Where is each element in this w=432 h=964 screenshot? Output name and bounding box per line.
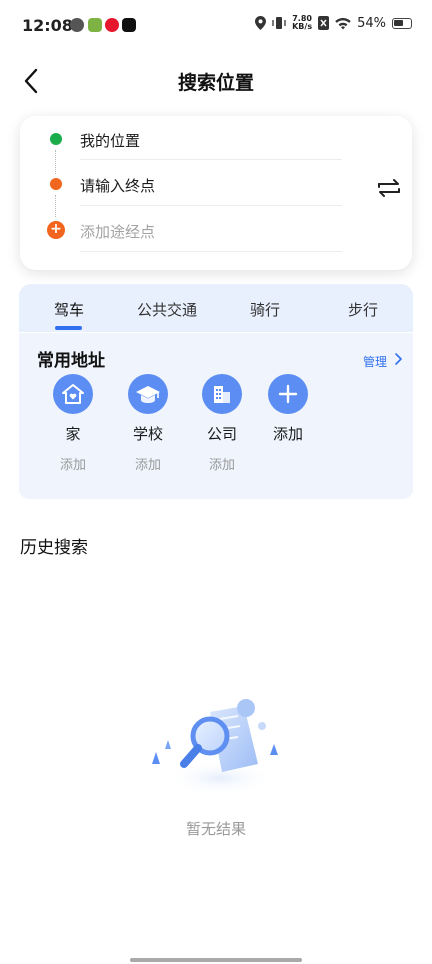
status-indicators: 7.80 KB/s 54% (255, 15, 412, 31)
address-add-home[interactable]: 添加 (43, 454, 103, 473)
route-connector (55, 150, 56, 174)
divider (80, 159, 342, 160)
address-add-company[interactable]: 添加 (192, 454, 252, 473)
battery-icon (392, 17, 412, 29)
home-indicator[interactable] (130, 958, 302, 962)
app-notification-icon (88, 18, 102, 32)
tab-cycling[interactable]: 骑行 (225, 299, 305, 320)
location-icon (255, 16, 267, 30)
status-bar: 12:08 7.80 KB/s 54% (0, 0, 432, 50)
divider (80, 251, 342, 252)
battery-percent: 54% (357, 15, 386, 31)
swap-route-icon[interactable] (375, 174, 403, 202)
tiktok-icon (122, 18, 136, 32)
home-address-button[interactable] (53, 374, 93, 414)
route-card (20, 116, 412, 270)
start-location[interactable]: 我的位置 (80, 130, 140, 151)
chevron-right-icon[interactable] (393, 352, 403, 366)
school-icon (136, 386, 160, 403)
network-speed-unit: KB/s (292, 22, 313, 31)
divider (80, 205, 342, 206)
empty-search-illustration (152, 699, 278, 796)
address-name-school: 学校 (132, 425, 163, 443)
route-connector (55, 195, 56, 217)
sim-off-icon (318, 16, 330, 30)
common-addresses-title: 常用地址 (37, 351, 105, 371)
add-waypoint-icon[interactable]: + (47, 221, 65, 239)
page-title: 搜索位置 (177, 72, 254, 94)
tab-public-transit[interactable]: 公共交通 (127, 299, 207, 320)
address-name-home: 家 (65, 425, 81, 443)
address-add-school[interactable]: 添加 (118, 454, 178, 473)
add-address-button[interactable] (268, 374, 308, 414)
tab-drive[interactable]: 驾车 (29, 299, 109, 320)
check-circle-icon (70, 18, 84, 32)
end-dot (50, 178, 62, 190)
tab-walking[interactable]: 步行 (323, 299, 403, 320)
manage-button[interactable]: 管理 (363, 353, 387, 370)
plus-icon (278, 384, 298, 404)
wifi-icon (335, 17, 351, 29)
network-speed: 7.80 KB/s (292, 15, 312, 31)
company-address-button[interactable] (202, 374, 242, 414)
school-address-button[interactable] (128, 374, 168, 414)
home-icon (62, 384, 84, 404)
waypoint-input[interactable]: 添加途经点 (80, 221, 155, 242)
weibo-icon (105, 18, 119, 32)
destination-input[interactable]: 请输入终点 (80, 175, 155, 196)
vibrate-icon (272, 17, 286, 29)
status-time: 12:08 (22, 16, 73, 35)
start-dot (50, 133, 62, 145)
empty-results-text: 暂无结果 (185, 820, 246, 838)
history-title: 历史搜索 (20, 538, 88, 558)
building-icon (214, 386, 230, 403)
address-name-company: 公司 (206, 425, 237, 443)
active-tab-indicator (55, 326, 82, 330)
address-name-add: 添加 (272, 425, 303, 443)
